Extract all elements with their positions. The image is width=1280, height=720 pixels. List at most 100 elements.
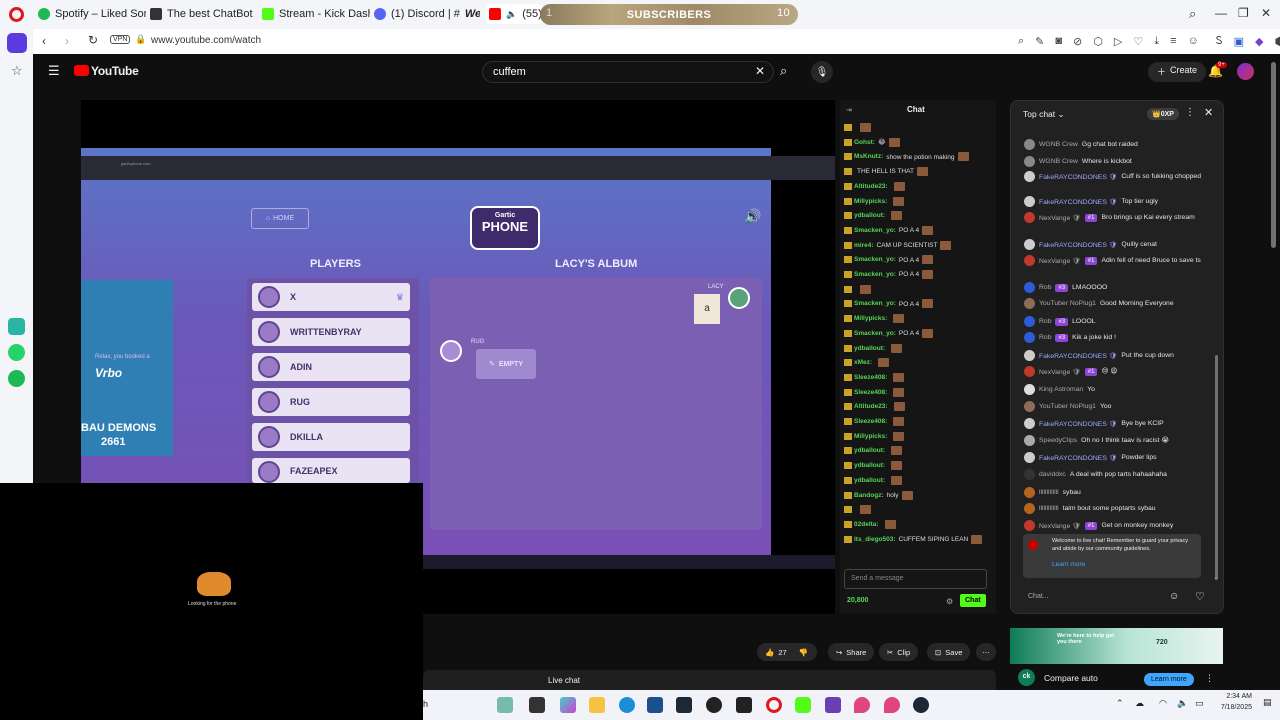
chat-avatar[interactable] — [1024, 366, 1035, 377]
chat-author[interactable]: FakeRAYCONDONES 🛡 — [1039, 198, 1117, 206]
chat-author[interactable]: FakeRAYCONDONES 🛡 — [1039, 352, 1117, 360]
play-icon[interactable]: ▷ — [1114, 35, 1122, 48]
star-icon[interactable]: ☆ — [11, 63, 23, 79]
volume-tray-icon[interactable]: 🔈 — [1177, 698, 1188, 709]
chat-author[interactable]: NexVange 🛡 — [1039, 522, 1081, 530]
hamburger-icon[interactable]: ☰ — [48, 63, 60, 79]
more-vert-icon[interactable]: ⋮ — [1185, 107, 1195, 118]
account-avatar[interactable] — [1237, 63, 1254, 80]
taskbar-pin2-icon[interactable] — [884, 697, 900, 713]
clip-button[interactable]: ✂ Clip — [879, 643, 919, 661]
chat-author[interactable]: FakeRAYCONDONES 🛡 — [1039, 454, 1117, 462]
taskbar-kick-icon[interactable] — [795, 697, 811, 713]
chat-avatar[interactable] — [1024, 487, 1035, 498]
tab-kick[interactable]: Stream - Kick Dashboard — [262, 4, 370, 24]
chat-username[interactable]: ydballout: — [854, 477, 885, 484]
clock-time[interactable]: 2:34 AM — [1212, 693, 1252, 700]
taskbar-epic-icon[interactable] — [736, 697, 752, 713]
chat-username[interactable]: Millypicks: — [854, 433, 887, 440]
tray-chevron-icon[interactable]: ⌃ — [1116, 698, 1124, 709]
chat-avatar[interactable] — [1024, 255, 1035, 266]
chat-avatar[interactable] — [1024, 239, 1035, 250]
tab-discord[interactable]: (1) Discord | # Welcome — [374, 4, 480, 24]
extension-blue-icon[interactable]: ▣ — [1234, 35, 1244, 48]
taskbar-explorer-icon[interactable] — [589, 697, 605, 713]
chat-avatar[interactable] — [1024, 282, 1035, 293]
chat-avatar[interactable] — [1024, 156, 1035, 167]
chat-author[interactable]: SpeedyClips — [1039, 437, 1077, 444]
chat-username[interactable]: Altitude23: — [854, 183, 888, 190]
close-icon[interactable]: ✕ — [1261, 6, 1271, 20]
tray-cloud-icon[interactable]: ☁ — [1135, 698, 1144, 709]
chat-username[interactable]: mire4: — [854, 242, 874, 249]
youtube-logo-icon[interactable] — [74, 65, 89, 76]
chat-author[interactable]: Rob — [1039, 334, 1051, 341]
chat-username[interactable]: Sleeze408: — [854, 374, 887, 381]
whatsapp-icon[interactable] — [8, 344, 25, 361]
chat-avatar[interactable] — [1024, 171, 1035, 182]
search-icon[interactable]: ⌕ — [780, 63, 787, 79]
chat-author[interactable]: Rob — [1039, 318, 1051, 325]
mic-icon[interactable]: 🎙 — [811, 61, 833, 83]
chat-username[interactable]: Millypicks: — [854, 315, 887, 322]
chat-username[interactable]: its_diego503: — [854, 536, 896, 543]
more-actions-button[interactable]: ⋯ — [976, 643, 996, 661]
search-input[interactable]: cuffem — [482, 61, 774, 83]
chat-avatar[interactable] — [1024, 139, 1035, 150]
chat-username[interactable]: Sleeze408: — [854, 389, 887, 396]
top-chat-dropdown[interactable]: Top chat ⌄ — [1023, 109, 1065, 120]
chat-avatar[interactable] — [1024, 350, 1035, 361]
chat-author[interactable]: NexVange 🛡 — [1039, 257, 1081, 265]
close-chat-icon[interactable]: ✕ — [1204, 106, 1213, 119]
chat-author[interactable]: lllllllllllll — [1039, 489, 1059, 496]
chat-avatar[interactable] — [1024, 469, 1035, 480]
speaker-icon[interactable]: 🔈 — [506, 9, 517, 20]
taskbar-edge-icon[interactable] — [619, 697, 635, 713]
puzzle-icon[interactable]: ⬢ — [1274, 35, 1280, 48]
chat-author[interactable]: NexVange 🛡 — [1039, 214, 1081, 222]
minimize-icon[interactable]: — — [1215, 6, 1227, 20]
extension-purple-icon[interactable]: ◆ — [1255, 35, 1263, 48]
share-button[interactable]: ↪ Share — [828, 643, 875, 661]
menu-lines-icon[interactable]: ≡ — [1170, 35, 1176, 48]
search-page-icon[interactable]: ⌕ — [1018, 35, 1024, 48]
aria-icon[interactable] — [7, 33, 27, 53]
opera-logo-icon[interactable] — [9, 7, 24, 22]
chat-avatar[interactable] — [1024, 418, 1035, 429]
chat-avatar[interactable] — [1024, 298, 1035, 309]
tab-chatbot[interactable]: The best ChatBot and Wi — [150, 4, 256, 24]
vpn-badge[interactable]: VPN — [110, 35, 131, 44]
volume-icon[interactable]: 🔊 — [744, 208, 761, 225]
chat-avatar[interactable] — [1024, 401, 1035, 412]
chat-avatar[interactable] — [1024, 212, 1035, 223]
taskbar-search[interactable]: h — [423, 699, 428, 709]
chat-username[interactable]: Gohst: — [854, 139, 875, 146]
chat-author[interactable]: WGNB Crew — [1039, 141, 1078, 148]
chat-username[interactable]: ydballout: — [854, 448, 885, 455]
chat-username[interactable]: xMez: — [854, 359, 872, 366]
chat-author[interactable]: daviddxc — [1039, 471, 1066, 478]
taskbar-opera-icon[interactable] — [766, 697, 782, 713]
chat-author[interactable]: FakeRAYCONDONES 🛡 — [1039, 420, 1117, 428]
ad-more-icon[interactable]: ⋮ — [1205, 673, 1214, 684]
taskbar-copilot-icon[interactable] — [560, 697, 576, 713]
taskbar-pin-icon[interactable] — [854, 697, 870, 713]
chat-username[interactable]: Smacken_yo: — [854, 257, 896, 264]
emoji-icon[interactable]: ☺ — [1169, 591, 1179, 602]
chat-author[interactable]: FakeRAYCONDONES 🛡 — [1039, 173, 1117, 181]
edit-icon[interactable]: ✎ — [1035, 35, 1044, 48]
chat-username[interactable]: Smacken_yo: — [854, 330, 896, 337]
chat-username[interactable]: ydballout: — [854, 462, 885, 469]
save-button[interactable]: ⊡ Save — [927, 643, 971, 661]
chat-avatar[interactable] — [1024, 435, 1035, 446]
profile-icon[interactable]: ☺ — [1188, 35, 1199, 48]
chat-avatar[interactable] — [1024, 503, 1035, 514]
chat-author[interactable]: WGNB Crew — [1039, 158, 1078, 165]
chat-username[interactable]: Smacken_yo: — [854, 227, 896, 234]
chat-avatar[interactable] — [1024, 384, 1035, 395]
scroll-down-icon[interactable]: ⌄ — [1213, 574, 1218, 581]
forward-icon[interactable]: › — [65, 34, 69, 48]
settings-icon[interactable]: ⚙ — [946, 597, 953, 606]
taskbar-obs-icon[interactable] — [706, 697, 722, 713]
adblock-icon[interactable]: ⊘ — [1073, 35, 1082, 48]
